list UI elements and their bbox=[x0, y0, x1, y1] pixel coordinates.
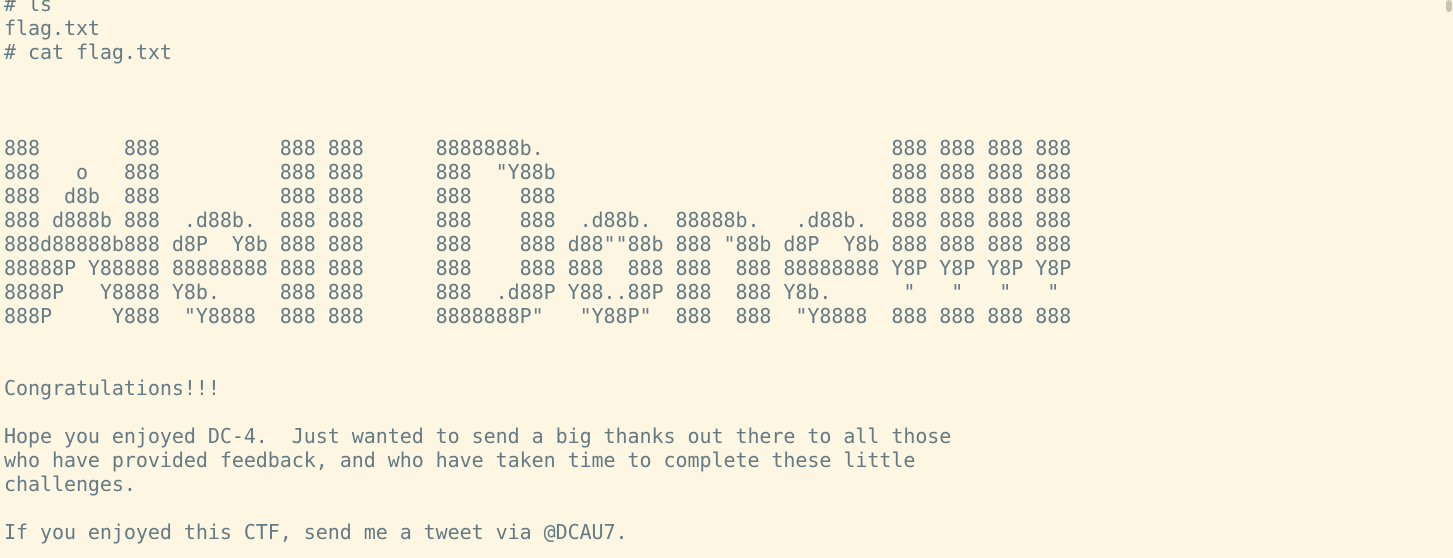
ascii-art-line: 888 d888b 888 .d88b. 888 888 888 888 .d8… bbox=[4, 208, 1072, 232]
congrats-line: Congratulations!!! bbox=[4, 376, 220, 400]
command-line: # ls bbox=[4, 0, 52, 16]
vertical-scrollbar[interactable] bbox=[1445, 0, 1453, 558]
ascii-art-line: 888 o 888 888 888 888 "Y88b 888 888 888 … bbox=[4, 160, 1072, 184]
ascii-art-line: 8888P Y8888 Y8b. 888 888 888 .d88P Y88..… bbox=[4, 280, 1060, 304]
message-line: If you enjoyed this CTF, send me a tweet… bbox=[4, 520, 628, 544]
message-line: who have provided feedback, and who have… bbox=[4, 448, 916, 472]
terminal-output: # ls flag.txt # cat flag.txt 888 888 888 8… bbox=[4, 0, 1071, 544]
ascii-art-line: 888P Y888 "Y8888 888 888 8888888P" "Y88P… bbox=[4, 304, 1072, 328]
command-line: # cat flag.txt bbox=[4, 40, 172, 64]
message-line: challenges. bbox=[4, 472, 136, 496]
output-line: flag.txt bbox=[4, 16, 100, 40]
terminal-window[interactable]: # ls flag.txt # cat flag.txt 888 888 888 8… bbox=[0, 0, 1445, 558]
ascii-art-line: 88888P Y88888 88888888 888 888 888 888 8… bbox=[4, 256, 1072, 280]
ascii-art-line: 888d88888b888 d8P Y8b 888 888 888 888 d8… bbox=[4, 232, 1072, 256]
message-line: Hope you enjoyed DC-4. Just wanted to se… bbox=[4, 424, 952, 448]
ascii-art-line: 888 d8b 888 888 888 888 888 888 888 888 … bbox=[4, 184, 1072, 208]
ascii-art-line: 888 888 888 888 8888888b. 888 888 888 88… bbox=[4, 136, 1072, 160]
scrollbar-thumb[interactable] bbox=[1446, 0, 1452, 12]
